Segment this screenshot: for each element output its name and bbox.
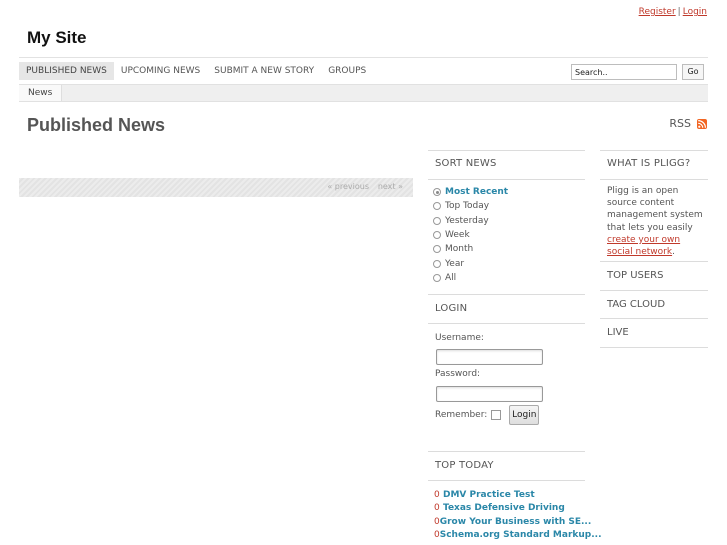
story-link[interactable]: Schema.org Standard Markup... [440, 530, 602, 540]
tag-cloud-link[interactable]: TAG CLOUD [607, 299, 715, 310]
sort-option-most-recent[interactable]: Most Recent [433, 185, 590, 199]
next-link[interactable]: next » [378, 182, 403, 191]
login-divider-top [428, 294, 585, 295]
radio-selected-icon[interactable] [433, 188, 441, 197]
sort-news-list: Most Recent Top Today Yesterday Week Mon… [433, 185, 590, 285]
top-today-divider [428, 480, 585, 481]
live-divider-top [600, 318, 708, 319]
sort-news-divider [428, 179, 585, 180]
radio-icon[interactable] [433, 202, 441, 211]
list-item: 0 Grow Your Business with SE... [434, 515, 591, 529]
site-title[interactable]: My Site [27, 28, 87, 48]
list-item: 0 DMV Practice Test [434, 488, 591, 502]
go-button[interactable]: Go [682, 64, 704, 80]
login-title: LOGIN [435, 303, 468, 314]
top-today-divider-top [428, 451, 585, 452]
header-divider [19, 57, 708, 58]
login-link[interactable]: Login [683, 7, 707, 17]
password-field[interactable] [436, 386, 543, 402]
remember-row: Remember: Login [435, 405, 592, 425]
what-is-divider-top [600, 150, 708, 151]
main-nav: PUBLISHED NEWS UPCOMING NEWS SUBMIT A NE… [19, 62, 373, 80]
list-item: 0 Texas Defensive Driving [434, 502, 591, 516]
radio-icon[interactable] [433, 245, 441, 254]
rss-label: RSS [669, 117, 691, 130]
page-title: Published News [27, 115, 166, 135]
sort-option-month[interactable]: Month [433, 242, 590, 256]
story-link[interactable]: Grow Your Business with SE... [440, 517, 592, 527]
what-is-title: WHAT IS PLIGG? [607, 158, 691, 169]
top-users-divider-top [600, 261, 708, 262]
nav-upcoming-news[interactable]: UPCOMING NEWS [114, 62, 207, 80]
username-label: Username: [435, 333, 484, 343]
what-is-end: . [672, 247, 675, 258]
story-vote-count: 0 [434, 503, 440, 514]
radio-icon[interactable] [433, 273, 441, 282]
list-item: 0 Schema.org Standard Markup... [434, 529, 601, 543]
link-separator: | [677, 7, 681, 17]
radio-icon[interactable] [433, 231, 441, 240]
sort-option-yesterday[interactable]: Yesterday [433, 214, 590, 228]
register-link[interactable]: Register [639, 7, 676, 17]
sort-option-top-today[interactable]: Top Today [433, 199, 590, 213]
remember-checkbox[interactable] [491, 410, 502, 420]
sort-news-divider-top [428, 150, 585, 151]
story-link[interactable]: DMV Practice Test [443, 490, 535, 500]
tag-cloud-divider-top [600, 290, 708, 291]
what-is-text-block: Pligg is an open source content manageme… [607, 185, 707, 258]
what-is-description: Pligg is an open source content manageme… [607, 186, 703, 233]
nav-submit-story[interactable]: SUBMIT A NEW STORY [207, 62, 321, 80]
rss-icon [697, 118, 707, 129]
username-field[interactable] [436, 349, 543, 365]
radio-icon[interactable] [433, 259, 441, 268]
top-today-title: TOP TODAY [435, 460, 494, 471]
pagination-bar: « previous next » [19, 178, 413, 197]
password-label: Password: [435, 369, 481, 379]
what-is-divider [600, 179, 708, 180]
live-divider [600, 347, 708, 348]
sort-news-title: SORT NEWS [435, 158, 497, 169]
top-today-list: 0 DMV Practice Test 0 Texas Defensive Driv… [434, 488, 601, 543]
subnav-bar: News [19, 84, 708, 102]
login-divider [428, 323, 585, 324]
nav-published-news[interactable]: PUBLISHED NEWS [19, 62, 114, 80]
remember-label: Remember: [435, 410, 488, 420]
create-network-link[interactable]: create your own social network [607, 235, 680, 257]
live-link[interactable]: LIVE [607, 327, 715, 338]
story-vote-count: 0 [434, 489, 440, 500]
subnav-news[interactable]: News [19, 85, 63, 101]
nav-groups[interactable]: GROUPS [321, 62, 373, 80]
search-input[interactable] [571, 64, 677, 80]
previous-link[interactable]: « previous [327, 182, 369, 191]
story-link[interactable]: Texas Defensive Driving [443, 503, 565, 513]
sort-option-year[interactable]: Year [433, 256, 590, 270]
rss-link[interactable]: RSS [669, 117, 707, 130]
sort-option-all[interactable]: All [433, 271, 590, 285]
top-users-link[interactable]: TOP USERS [607, 270, 715, 281]
sort-option-week[interactable]: Week [433, 228, 590, 242]
login-submit-button[interactable]: Login [509, 405, 540, 425]
top-links: Register | Login [639, 7, 707, 17]
radio-icon[interactable] [433, 216, 441, 225]
